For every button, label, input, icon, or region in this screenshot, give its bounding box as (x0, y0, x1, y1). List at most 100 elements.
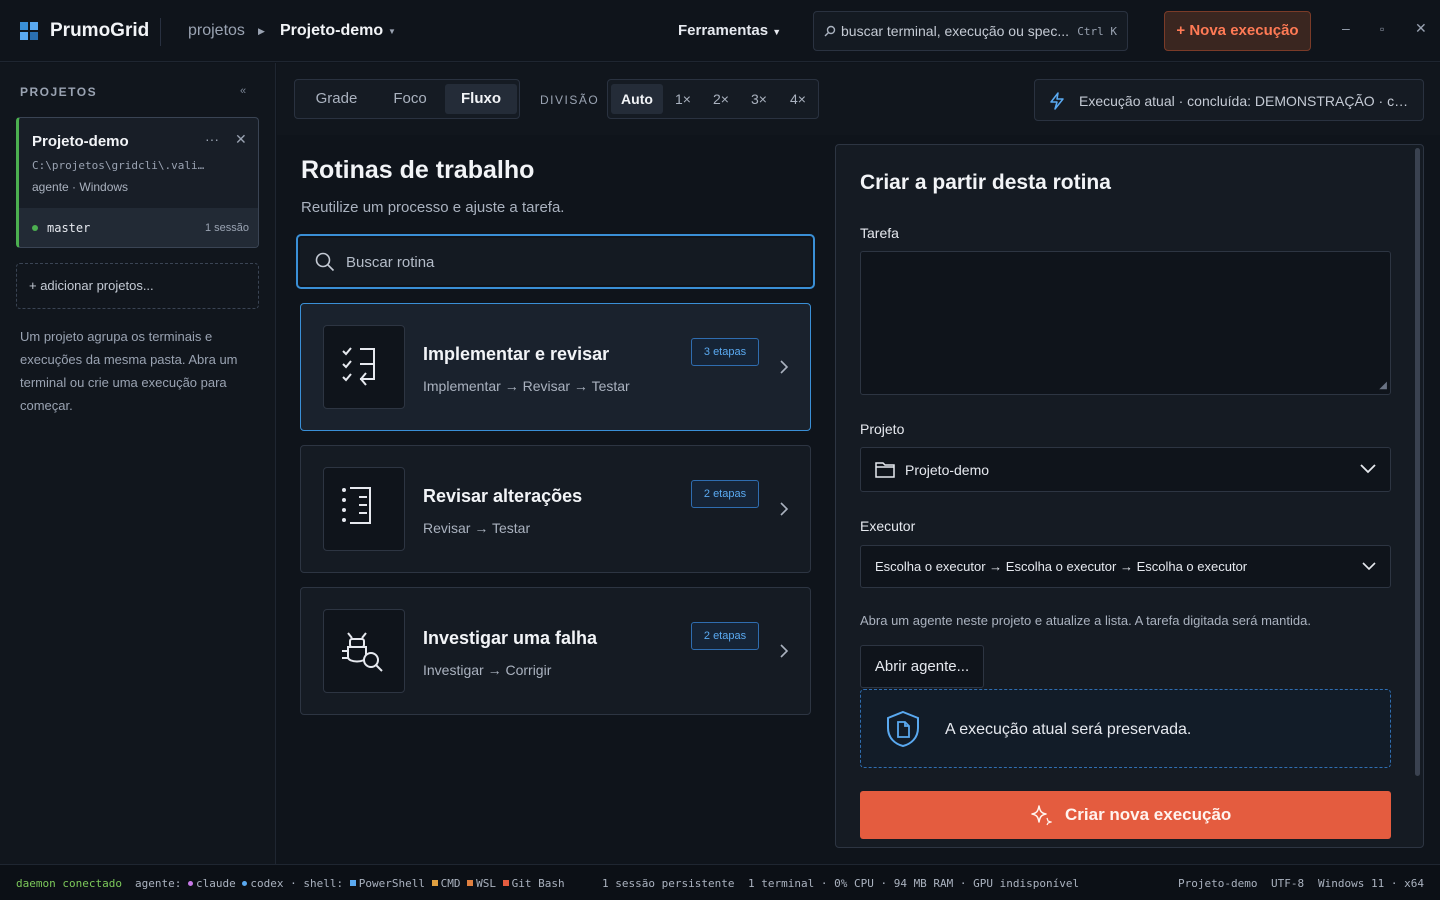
minimize-icon[interactable]: – (1342, 20, 1350, 36)
steps-badge: 2 etapas (691, 622, 759, 650)
app-name: PrumoGrid (50, 20, 150, 41)
search-icon (315, 252, 335, 272)
close-icon[interactable]: ✕ (1415, 20, 1427, 37)
routine-title: Revisar alterações (423, 486, 583, 506)
executor-select-value: Escolha o executor → Escolha o executor … (875, 559, 1248, 574)
status-bar: daemon conectado agente: claude codex · … (0, 864, 1440, 900)
breadcrumb-current-project[interactable]: Projeto-demo (280, 22, 383, 40)
search-icon (824, 25, 836, 37)
division-1x[interactable]: 1× (664, 84, 702, 114)
routine-search-placeholder: Buscar rotina (346, 254, 435, 271)
routine-steps: Investigar → Corrigir (423, 662, 552, 678)
agent-dot-icon (242, 881, 248, 886)
project-name: Projeto-demo (32, 133, 129, 150)
maximize-icon[interactable]: ▫ (1380, 22, 1384, 36)
footer-os: Windows 11 · x64 (1318, 877, 1424, 890)
shell-square-icon (502, 880, 509, 886)
breadcrumb-projects[interactable]: projetos (188, 22, 245, 40)
more-options-icon[interactable]: ··· (205, 131, 219, 147)
daemon-status: daemon conectado (16, 877, 122, 890)
shield-document-icon (887, 710, 919, 748)
steps-badge: 2 etapas (691, 480, 759, 508)
session-count: 1 sessão (204, 222, 249, 234)
division-segmented: Auto 1× 2× 3× 4× (607, 79, 819, 119)
executor-select[interactable]: Escolha o executor → Escolha o executor … (860, 545, 1391, 588)
panel-title: Criar a partir desta rotina (860, 171, 1111, 194)
bug-search-icon (342, 632, 383, 672)
chevron-right-icon (780, 360, 789, 374)
shell-gitbash: Git Bash (511, 877, 565, 890)
routine-title: Implementar e revisar (423, 344, 610, 364)
task-textarea[interactable]: ◢ (860, 251, 1391, 395)
routines-title: Rotinas de trabalho (301, 156, 535, 184)
sidebar-help-text: Um projeto agrupa os terminais e execuçõ… (20, 329, 238, 413)
status-dot-icon (32, 225, 38, 231)
project-select-value: Projeto-demo (905, 462, 990, 478)
chevron-down-icon (1360, 464, 1376, 474)
view-mode-segmented: Grade Foco Fluxo (294, 79, 520, 119)
project-branch-row: master 1 sessão (19, 208, 258, 247)
create-execution-button[interactable]: Criar nova execução (860, 791, 1391, 839)
sidebar-title: PROJETOS (20, 85, 98, 99)
agent-dot-icon (187, 881, 193, 886)
shell-cmd: CMD (440, 877, 461, 890)
shell-square-icon (349, 880, 356, 886)
chevron-down-icon[interactable]: ▼ (388, 27, 396, 36)
logo-icon (20, 22, 38, 40)
division-auto[interactable]: Auto (611, 84, 663, 114)
close-project-icon[interactable]: ✕ (235, 131, 247, 148)
tools-label: Ferramentas (678, 22, 769, 39)
chevron-right-icon (780, 644, 789, 658)
view-grade-tab[interactable]: Grade (299, 84, 374, 114)
sparkle-icon (1031, 805, 1052, 826)
project-meta: agente · Windows (32, 180, 129, 194)
new-execution-button[interactable]: + Nova execução (1164, 11, 1311, 51)
shell-square-icon (467, 880, 474, 886)
tools-menu[interactable]: Ferramentas ▼ (678, 22, 781, 39)
divider (160, 18, 161, 46)
routine-search-input[interactable]: Buscar rotina (296, 234, 815, 289)
preserve-notice: A execução atual será preservada. (860, 689, 1391, 768)
shell-wsl: WSL (476, 877, 496, 890)
collapse-sidebar-icon[interactable]: « (240, 85, 246, 97)
add-projects-button[interactable]: + adicionar projetos... (16, 263, 259, 309)
view-foco-tab[interactable]: Foco (373, 84, 447, 114)
create-execution-label: Criar nova execução (1065, 805, 1232, 824)
agent-codex: codex (250, 877, 284, 890)
branch-name: master (47, 221, 91, 235)
division-2x[interactable]: 2× (702, 84, 740, 114)
checklist-icon (342, 347, 375, 386)
projects-sidebar: PROJETOS « Projeto-demo ··· ✕ C:\projeto… (0, 63, 276, 864)
agents-label: agente: (135, 877, 182, 890)
shell-square-icon (431, 880, 438, 886)
panel-scrollbar[interactable] (1415, 148, 1420, 776)
session-status: 1 sessão persistente (602, 877, 735, 890)
executor-label: Executor (860, 518, 916, 534)
project-select[interactable]: Projeto-demo (860, 447, 1391, 492)
open-agent-button[interactable]: Abrir agente... (860, 645, 984, 688)
agent-claude: claude (195, 877, 236, 890)
routine-icon-box (323, 467, 405, 551)
current-execution-status[interactable]: Execução atual · concluída: DEMONSTRAÇÃO… (1034, 79, 1424, 121)
resource-status: 1 terminal · 0% CPU · 94 MB RAM · GPU in… (748, 877, 1080, 890)
division-4x[interactable]: 4× (779, 84, 817, 114)
division-3x[interactable]: 3× (740, 84, 778, 114)
routine-card[interactable]: Implementar e revisar Implementar → Revi… (300, 303, 811, 431)
routine-icon-box (323, 325, 405, 409)
project-card[interactable]: Projeto-demo ··· ✕ C:\projetos\gridcli\.… (16, 117, 259, 248)
routine-card[interactable]: Revisar alterações Revisar → Testar 2 et… (300, 445, 811, 573)
execution-status-text: Execução atual · concluída: DEMONSTRAÇÃO… (1079, 93, 1411, 109)
footer-project: Projeto-demo (1178, 877, 1258, 890)
preserve-text: A execução atual será preservada. (945, 721, 1192, 738)
global-search-input[interactable]: buscar terminal, execução ou spec... Ctr… (813, 11, 1128, 51)
routine-card[interactable]: Investigar uma falha Investigar → Corrig… (300, 587, 811, 715)
footer-encoding: UTF-8 (1271, 877, 1305, 890)
steps-badge: 3 etapas (691, 338, 759, 366)
resize-handle-icon[interactable]: ◢ (1379, 380, 1387, 391)
task-label: Tarefa (860, 225, 899, 241)
agents-status: agente: claude codex · shell: PowerShell… (135, 877, 565, 890)
view-fluxo-tab[interactable]: Fluxo (445, 84, 517, 114)
global-search-placeholder: buscar terminal, execução ou spec... (841, 23, 1070, 39)
executor-hint: Abra um agente neste projeto e atualize … (860, 613, 1311, 628)
breadcrumb-separator-icon: ▶ (258, 26, 265, 36)
